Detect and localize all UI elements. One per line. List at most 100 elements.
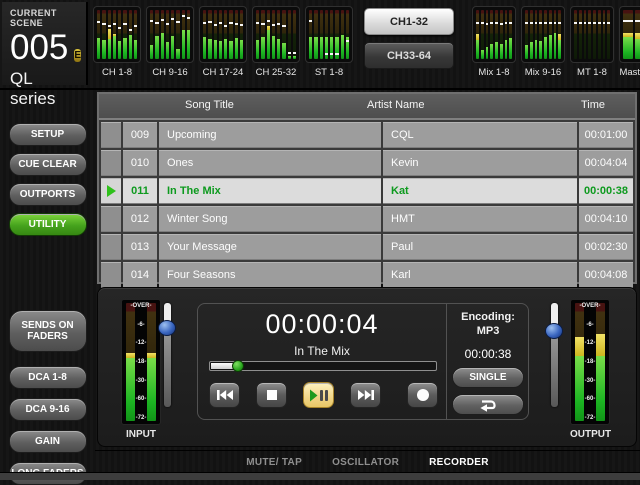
input-level-meter: -OVER--6- -12--18- -30--60- -72- (121, 299, 161, 425)
row-time: 00:01:00 (579, 122, 633, 148)
row-play-indicator-cell (101, 178, 121, 204)
fader-knob[interactable] (545, 323, 563, 339)
sidebar-button-outports[interactable]: OUTPORTS (9, 183, 87, 206)
bank-button-ch1-32[interactable]: CH1-32 (364, 8, 454, 35)
row-number: 014 (123, 262, 157, 288)
meter-block-ch17-24[interactable]: CH 17-24 (199, 6, 247, 78)
output-fader[interactable] (545, 303, 563, 407)
sidebar-button-dca-1-8[interactable]: DCA 1-8 (9, 366, 87, 389)
total-time: 00:00:38 (446, 347, 530, 361)
sidebar-button-gain[interactable]: GAIN (9, 430, 87, 453)
recorder-settings: Encoding: MP3 00:00:38 SINGLE (446, 304, 530, 419)
table-row-current[interactable]: 011 In The Mix Kat 00:00:38 (101, 178, 633, 204)
row-artist: CQL (383, 122, 577, 148)
row-song-title: Your Message (159, 234, 381, 260)
row-time: 00:04:08 (579, 262, 633, 288)
bottom-bezel-strip (0, 472, 640, 480)
elapsed-time-display: 00:00:04 (198, 309, 446, 340)
table-row[interactable]: 010 Ones Kevin 00:04:04 (101, 150, 633, 176)
row-number: 013 (123, 234, 157, 260)
table-row[interactable]: 009 Upcoming CQL 00:01:00 (101, 122, 633, 148)
table-row[interactable]: 014 Four Seasons Karl 00:04:08 (101, 262, 633, 288)
record-icon (416, 388, 430, 402)
row-number: 012 (123, 206, 157, 232)
tab-recorder[interactable]: RECORDER (429, 457, 489, 468)
meter-block-ch9-16[interactable]: CH 9-16 (146, 6, 194, 78)
row-play-indicator-cell (101, 122, 121, 148)
transport-controls (198, 382, 446, 410)
row-number: 009 (123, 122, 157, 148)
row-song-title: In The Mix (159, 178, 381, 204)
bottom-tab-bar: MUTE/ TAP OSCILLATOR RECORDER (95, 450, 640, 473)
output-label: OUTPUT (570, 429, 610, 440)
row-artist: HMT (383, 206, 577, 232)
sidebar-button-utility[interactable]: UTILITY (9, 213, 87, 236)
previous-icon (216, 389, 234, 401)
meter-block-ch25-32[interactable]: CH 25-32 (252, 6, 300, 78)
next-track-button[interactable] (350, 382, 381, 408)
meter-block-master[interactable]: Master (619, 6, 640, 78)
row-number: 011 (123, 178, 157, 204)
row-artist: Karl (383, 262, 577, 288)
record-button[interactable] (407, 382, 438, 408)
sidebar-button-sends-on-faders[interactable]: SENDS ON FADERS (9, 310, 87, 352)
row-play-indicator-cell (101, 234, 121, 260)
repeat-icon (477, 398, 499, 412)
table-row[interactable]: 012 Winter Song HMT 00:04:10 (101, 206, 633, 232)
sidebar-button-dca-9-16[interactable]: DCA 9-16 (9, 398, 87, 421)
row-time: 00:04:10 (579, 206, 633, 232)
current-scene-label: CURRENT SCENE (10, 8, 78, 28)
previous-track-button[interactable] (209, 382, 240, 408)
tab-oscillator[interactable]: OSCILLATOR (332, 457, 399, 468)
repeat-mode-button[interactable] (452, 394, 524, 415)
encoding-value: MP3 (446, 325, 530, 337)
fader-knob[interactable] (158, 320, 176, 336)
row-play-indicator-cell (101, 206, 121, 232)
sidebar: SETUP CUE CLEAR OUTPORTS UTILITY SENDS O… (0, 88, 95, 473)
transport-group: 00:00:04 In The Mix Encoding: (197, 303, 529, 420)
table-row[interactable]: 013 Your Message Paul 00:02:30 (101, 234, 633, 260)
sidebar-button-cue-clear[interactable]: CUE CLEAR (9, 153, 87, 176)
row-play-indicator-cell (101, 150, 121, 176)
row-time: 00:00:38 (579, 178, 633, 204)
bank-button-ch33-64[interactable]: CH33-64 (364, 42, 454, 69)
scene-panel[interactable]: CURRENT SCENE 005 E QL series (2, 2, 88, 85)
meter-block-ch1-8[interactable]: CH 1-8 (93, 6, 141, 78)
meter-block-label: Mix 9-16 (521, 67, 565, 78)
meter-block-label: CH 9-16 (146, 67, 194, 78)
recorder-panel: -OVER--6- -12--18- -30--60- -72- INPUT 0… (97, 287, 637, 447)
row-artist: Paul (383, 234, 577, 260)
meter-scale: -OVER--6- -12--18- -30--60- -72- (571, 303, 609, 421)
tab-mute-tap[interactable]: MUTE/ TAP (246, 457, 302, 468)
single-mode-button[interactable]: SINGLE (452, 367, 524, 388)
column-header-song-title: Song Title (185, 99, 234, 111)
input-fader[interactable] (158, 303, 176, 407)
row-song-title: Upcoming (159, 122, 381, 148)
meter-block-label: ST 1-8 (305, 67, 353, 78)
meter-block-label: CH 17-24 (199, 67, 247, 78)
play-pause-button[interactable] (303, 382, 334, 408)
progress-knob[interactable] (232, 360, 244, 372)
meter-block-st1-8[interactable]: ST 1-8 (305, 6, 353, 78)
current-song-name: In The Mix (198, 344, 446, 358)
playback-progress-slider[interactable] (209, 361, 437, 371)
meter-bridge: CH 1-8 CH 9-16 CH 17-24 CH 25-32 ST 1-8 … (93, 6, 640, 78)
meter-block-mix9-16[interactable]: Mix 9-16 (521, 6, 565, 78)
meter-block-mt1-8[interactable]: MT 1-8 (570, 6, 614, 78)
channel-bank-switcher: CH1-32 CH33-64 (364, 8, 454, 76)
fader-track (164, 303, 171, 407)
meter-block-label: MT 1-8 (570, 67, 614, 78)
meter-scale: -OVER--6- -12--18- -30--60- -72- (122, 303, 160, 421)
play-icon (107, 185, 116, 197)
top-bar: CURRENT SCENE 005 E QL series CH 1-8 CH … (0, 0, 640, 90)
output-level-meter: -OVER--6- -12--18- -30--60- -72- (570, 299, 610, 425)
sidebar-button-setup[interactable]: SETUP (9, 123, 87, 146)
meter-block-label: Master (619, 67, 640, 78)
stop-icon (266, 389, 278, 401)
meter-block-mix1-8[interactable]: Mix 1-8 (472, 6, 516, 78)
meter-block-label: CH 1-8 (93, 67, 141, 78)
input-label: INPUT (121, 429, 161, 440)
song-table-header: Song Title Artist Name Time (99, 94, 635, 120)
stop-button[interactable] (256, 382, 287, 408)
scene-edit-badge: E (74, 49, 81, 62)
